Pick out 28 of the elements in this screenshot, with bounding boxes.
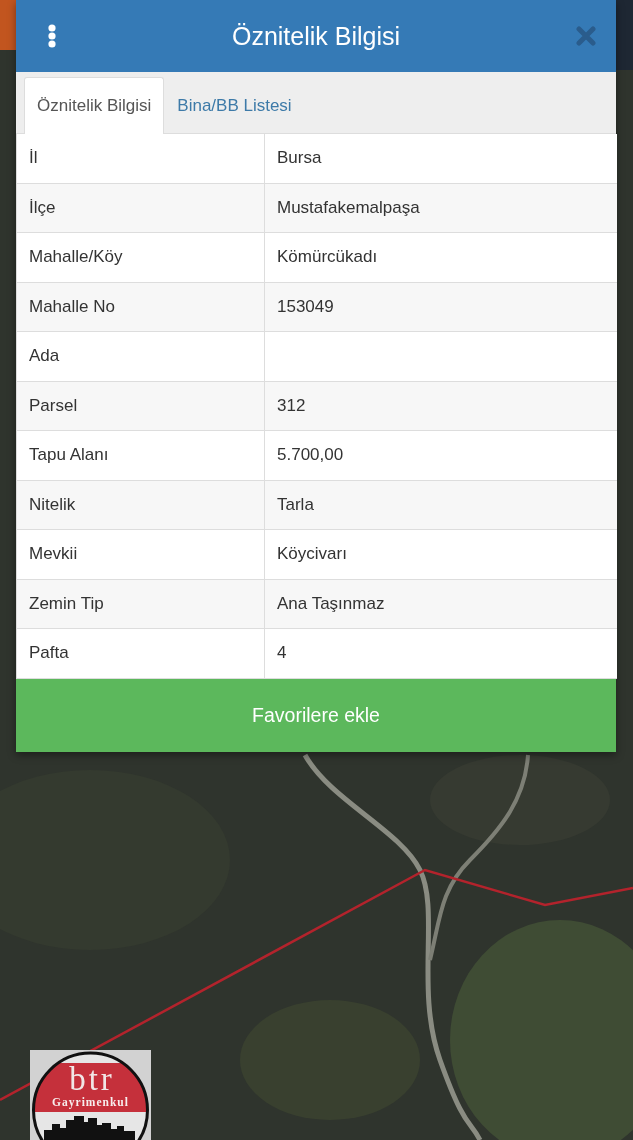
table-cell: Köycivarı: [265, 530, 617, 580]
table-cell: Mustafakemalpaşa: [265, 183, 617, 233]
table-cell: Pafta: [17, 629, 265, 679]
table-cell: 153049: [265, 282, 617, 332]
table-cell: İlçe: [17, 183, 265, 233]
table-cell: Ada: [17, 332, 265, 382]
table-cell: Zemin Tip: [17, 579, 265, 629]
table-cell: Bursa: [265, 134, 617, 184]
table-cell: Mahalle/Köy: [17, 233, 265, 283]
dialog-title: Öznitelik Bilgisi: [230, 21, 402, 51]
favorite-button[interactable]: Favorilere ekle: [16, 678, 616, 752]
table-cell: Tarla: [265, 480, 617, 530]
table-cell: Ana Taşınmaz: [265, 579, 617, 629]
table-cell: Tapu Alanı: [17, 431, 265, 481]
tab[interactable]: Öznitelik Bilgisi: [24, 77, 165, 134]
logo-wordmark: btr: [68, 1065, 115, 1093]
table-cell: 312: [265, 381, 617, 431]
table-cell: Mahalle No: [17, 282, 265, 332]
table-cell: Kömürcükadı: [265, 233, 617, 283]
table-cell: İl: [17, 134, 265, 184]
menu-icon[interactable]: [48, 24, 56, 48]
table-cell: Parsel: [17, 381, 265, 431]
tab[interactable]: Bina/BB Listesi: [164, 77, 305, 134]
table-cell: Nitelik: [17, 480, 265, 530]
logo-subtitle: Gayrimenkul: [52, 1095, 129, 1109]
table-cell: 5.700,00: [265, 431, 617, 481]
table-cell: 4: [265, 629, 617, 679]
table-cell: Mevkii: [17, 530, 265, 580]
